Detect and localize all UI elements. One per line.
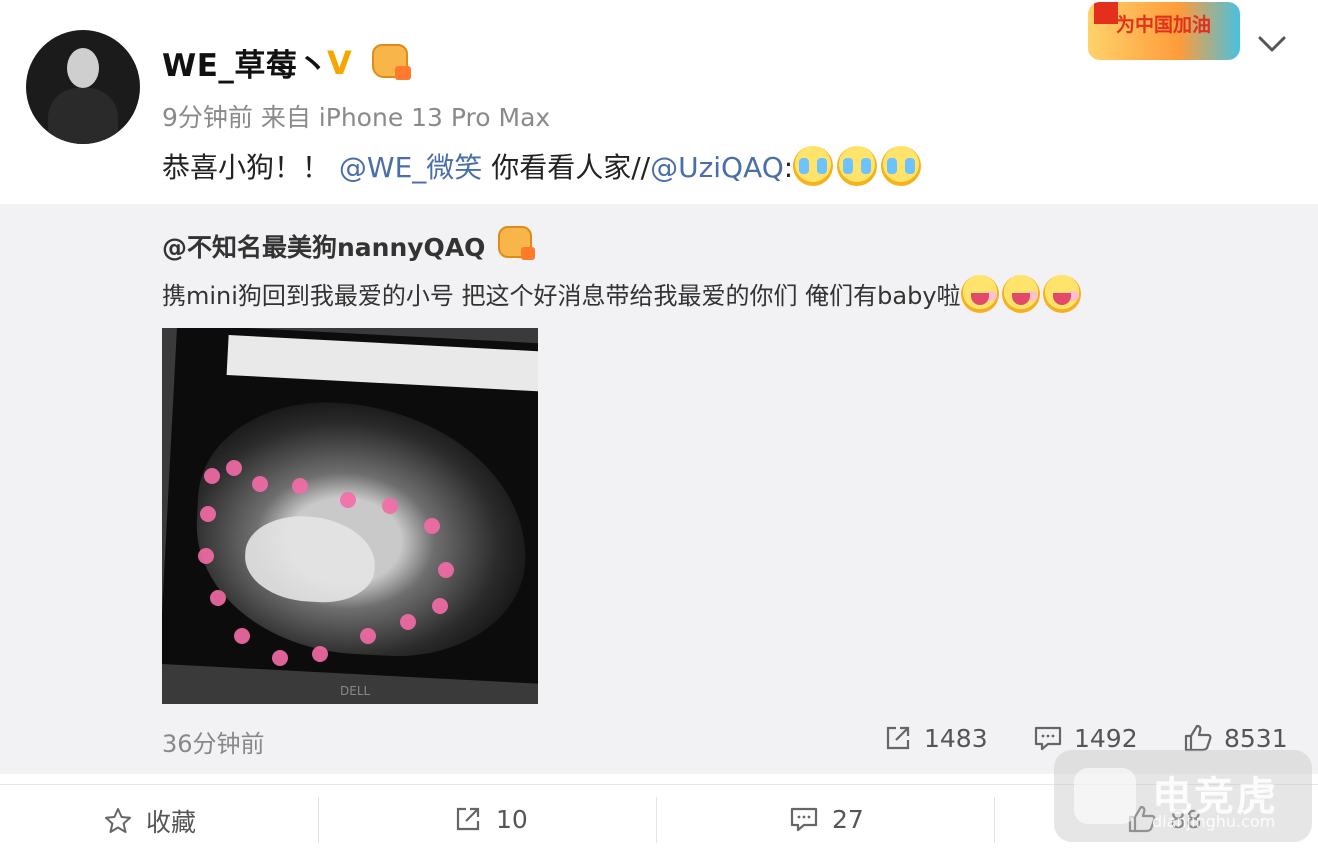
post-text-prefix: 恭喜小狗！！ bbox=[162, 151, 339, 184]
heart-decoration bbox=[438, 562, 454, 578]
avatar-face bbox=[67, 48, 99, 88]
post-text-suffix: : bbox=[783, 151, 794, 184]
crying-emoji-icon bbox=[837, 146, 878, 186]
divider bbox=[318, 797, 319, 843]
comment-count: 1492 bbox=[1074, 723, 1138, 753]
like-count: 8531 bbox=[1224, 723, 1288, 753]
post-text: 恭喜小狗！！ @WE_微笑 你看看人家//@UziQAQ: bbox=[162, 146, 925, 189]
flower-emoji-icon bbox=[1001, 275, 1040, 313]
avatar[interactable] bbox=[26, 30, 140, 144]
monitor-brand: DELL bbox=[340, 684, 371, 698]
ultrasound-image[interactable]: DELL bbox=[162, 328, 538, 704]
heart-decoration bbox=[210, 590, 226, 606]
star-icon bbox=[105, 808, 131, 833]
heart-decoration bbox=[204, 468, 220, 484]
heart-decoration bbox=[432, 598, 448, 614]
screen-header-bar bbox=[226, 334, 538, 393]
watermark: 电竞虎 dianjinghu.com bbox=[1054, 750, 1312, 842]
repost-stat[interactable]: 1483 bbox=[882, 722, 988, 754]
crying-emoji-icon bbox=[881, 146, 922, 186]
member-badge-icon[interactable] bbox=[372, 44, 411, 80]
repost-button[interactable]: 10 bbox=[452, 803, 528, 835]
divider bbox=[656, 797, 657, 843]
repost-icon bbox=[886, 726, 910, 750]
heart-decoration bbox=[400, 614, 416, 630]
heart-decoration bbox=[360, 628, 376, 644]
heart-decoration bbox=[340, 492, 356, 508]
post-meta: 9分钟前 来自 iPhone 13 Pro Max bbox=[162, 98, 550, 134]
flower-emoji-icon bbox=[1042, 275, 1081, 313]
comment-icon bbox=[1034, 726, 1062, 751]
ultrasound-scan bbox=[190, 395, 534, 663]
heart-decoration bbox=[312, 646, 328, 662]
flower-emoji-icon bbox=[960, 275, 999, 313]
heart-decoration bbox=[424, 518, 440, 534]
weibo-post: WE_草莓丶 V 9分钟前 来自 iPhone 13 Pro Max 为中国加油… bbox=[0, 0, 1318, 852]
mention-link[interactable]: @UziQAQ bbox=[650, 151, 784, 184]
heart-decoration bbox=[272, 650, 288, 666]
repost-text: 携mini狗回到我最爱的小号 把这个好消息带给我最爱的你们 俺们有baby啦 bbox=[162, 275, 1084, 316]
post-text-middle: 你看看人家// bbox=[482, 151, 651, 184]
repost-block[interactable]: @不知名最美狗nannyQAQ 携mini狗回到我最爱的小号 把这个好消息带给我… bbox=[0, 204, 1318, 774]
divider bbox=[994, 797, 995, 843]
comment-button-count: 27 bbox=[832, 804, 864, 834]
heart-decoration bbox=[292, 478, 308, 494]
chevron-down-icon[interactable] bbox=[1254, 26, 1290, 62]
repost-button-count: 10 bbox=[496, 804, 528, 834]
verified-icon: V bbox=[327, 44, 352, 82]
comment-button[interactable]: 27 bbox=[788, 803, 864, 835]
heart-decoration bbox=[226, 460, 242, 476]
repost-icon bbox=[456, 807, 480, 831]
flag-icon bbox=[1094, 2, 1118, 24]
repost-text-body: 携mini狗回到我最爱的小号 把这个好消息带给我最爱的你们 俺们有baby啦 bbox=[162, 282, 961, 310]
heart-decoration bbox=[252, 476, 268, 492]
mention-link[interactable]: @WE_微笑 bbox=[339, 151, 482, 184]
crying-emoji-icon bbox=[793, 146, 834, 186]
comment-icon bbox=[790, 807, 818, 832]
username[interactable]: WE_草莓丶 bbox=[162, 40, 329, 85]
repost-count: 1483 bbox=[924, 723, 988, 753]
watermark-url: dianjinghu.com bbox=[1152, 812, 1276, 831]
event-badge[interactable]: 为中国加油 bbox=[1088, 2, 1240, 60]
tiger-logo-icon bbox=[1074, 768, 1136, 824]
heart-decoration bbox=[198, 548, 214, 564]
post-time[interactable]: 9分钟前 bbox=[162, 103, 253, 132]
member-badge-icon[interactable] bbox=[498, 226, 535, 260]
favorite-button[interactable]: 收藏 bbox=[102, 803, 196, 839]
repost-author[interactable]: @不知名最美狗nannyQAQ bbox=[162, 228, 485, 264]
heart-decoration bbox=[200, 506, 216, 522]
event-badge-text: 为中国加油 bbox=[1116, 14, 1212, 36]
post-source: 来自 iPhone 13 Pro Max bbox=[260, 103, 551, 132]
heart-decoration bbox=[382, 498, 398, 514]
repost-time[interactable]: 36分钟前 bbox=[162, 724, 265, 759]
favorite-label: 收藏 bbox=[146, 808, 197, 837]
avatar-body bbox=[48, 88, 118, 144]
heart-decoration bbox=[234, 628, 250, 644]
